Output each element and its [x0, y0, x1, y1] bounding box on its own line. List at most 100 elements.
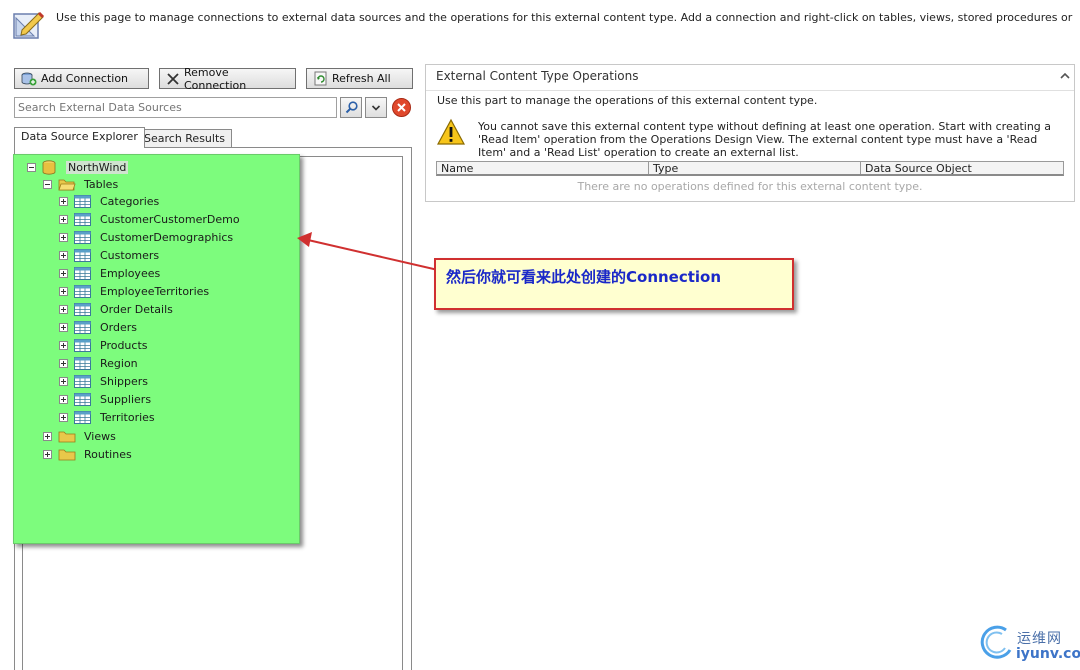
table-icon: [74, 212, 91, 226]
table-icon: [74, 392, 91, 406]
folder-icon: [58, 449, 76, 461]
table-icon: [74, 302, 91, 316]
add-connection-button[interactable]: Add Connection: [14, 68, 149, 89]
watermark-logo-icon: [980, 625, 1012, 659]
tree-label-tables: Tables: [84, 177, 119, 191]
warning-icon: [436, 118, 466, 145]
tree-label-table: Orders: [100, 320, 137, 334]
refresh-all-label: Refresh All: [332, 72, 391, 85]
table-icon: [74, 356, 91, 370]
tree-node-table[interactable]: Customers: [59, 246, 159, 264]
expand-icon[interactable]: [59, 214, 68, 224]
expand-icon[interactable]: [59, 412, 68, 422]
tree-label-root: NorthWind: [66, 160, 129, 174]
expand-icon[interactable]: [59, 232, 68, 242]
expand-icon[interactable]: [43, 431, 52, 441]
expand-icon[interactable]: [59, 376, 68, 386]
expand-icon[interactable]: [43, 449, 52, 459]
tree-node-table[interactable]: Territories: [59, 408, 155, 426]
add-connection-label: Add Connection: [41, 72, 129, 85]
operations-description: Use this part to manage the operations o…: [437, 94, 818, 107]
expand-icon[interactable]: [59, 394, 68, 404]
tree-node-tables[interactable]: Tables: [43, 175, 118, 193]
open-folder-icon: [58, 179, 76, 191]
chevron-down-icon: [371, 104, 381, 111]
operations-panel-title: External Content Type Operations: [436, 69, 639, 83]
tree-label-views: Views: [84, 429, 116, 443]
table-icon: [74, 284, 91, 298]
tree-node-table[interactable]: CustomerCustomerDemo: [59, 210, 240, 228]
expand-icon[interactable]: [59, 268, 68, 278]
folder-icon: [58, 431, 76, 443]
tree-label-table: Categories: [100, 194, 160, 208]
tree-label-table: CustomerDemographics: [100, 230, 234, 244]
tree-node-table[interactable]: Shippers: [59, 372, 148, 390]
divider: [426, 90, 1074, 91]
close-icon: [167, 72, 179, 85]
tree-node-table[interactable]: Categories: [59, 192, 159, 210]
remove-connection-button[interactable]: Remove Connection: [159, 65, 296, 92]
tree-node-table[interactable]: Region: [59, 354, 138, 372]
column-header-name[interactable]: Name: [437, 162, 649, 175]
tree-node-table[interactable]: EmployeeTerritories: [59, 282, 209, 300]
remove-connection-label: Remove Connection: [184, 65, 247, 92]
expand-icon[interactable]: [59, 340, 68, 350]
tree-label-table: Employees: [100, 266, 161, 280]
tree-node-routines[interactable]: Routines: [43, 445, 132, 463]
expand-icon[interactable]: [59, 322, 68, 332]
tab-data-source-explorer[interactable]: Data Source Explorer: [14, 127, 145, 148]
search-icon: [345, 101, 358, 114]
table-icon: [74, 374, 91, 388]
tree-node-northwind[interactable]: NorthWind: [27, 158, 129, 176]
tree-node-table[interactable]: Order Details: [59, 300, 173, 318]
collapse-icon[interactable]: [27, 162, 36, 172]
tree-node-table[interactable]: Orders: [59, 318, 137, 336]
add-connection-icon: [21, 72, 37, 86]
tree-label-table: CustomerCustomerDemo: [100, 212, 240, 226]
operations-table-header: Name Type Data Source Object: [436, 161, 1064, 176]
tree-label-table: Products: [100, 338, 148, 352]
annotation-callout-text: 然后你就可看来此处创建的Connection: [446, 268, 722, 286]
tree-label-table: Shippers: [100, 374, 148, 388]
tree-label-table: Suppliers: [100, 392, 152, 406]
table-icon: [74, 230, 91, 244]
collapse-icon[interactable]: [43, 179, 52, 189]
expand-icon[interactable]: [59, 196, 68, 206]
tree-label-table: Order Details: [100, 302, 173, 316]
tree-node-table[interactable]: Employees: [59, 264, 160, 282]
tree-node-views[interactable]: Views: [43, 427, 116, 445]
search-external-data-sources-input[interactable]: [14, 97, 337, 118]
tree-label-table: Customers: [100, 248, 160, 262]
clear-icon: [391, 98, 411, 117]
column-header-data-source-object[interactable]: Data Source Object: [861, 162, 1063, 175]
database-icon: [42, 159, 56, 175]
column-header-type[interactable]: Type: [649, 162, 861, 175]
refresh-icon: [314, 71, 327, 86]
pencil-ruler-icon: [13, 11, 45, 39]
expand-icon[interactable]: [59, 358, 68, 368]
tree-node-table[interactable]: Suppliers: [59, 390, 151, 408]
tree-label-table: Region: [100, 356, 138, 370]
tree-label-table: EmployeeTerritories: [100, 284, 210, 298]
expand-icon[interactable]: [59, 250, 68, 260]
tree-label-table: Territories: [100, 410, 155, 424]
table-icon: [74, 194, 91, 208]
page-description: Use this page to manage connections to e…: [56, 11, 1076, 24]
expand-icon[interactable]: [59, 286, 68, 296]
tree-node-table[interactable]: CustomerDemographics: [59, 228, 233, 246]
watermark-domain: iyunv.com: [1016, 646, 1080, 662]
tree-node-table[interactable]: Products: [59, 336, 148, 354]
search-button[interactable]: [340, 97, 362, 118]
expand-icon[interactable]: [59, 304, 68, 314]
chevron-up-icon[interactable]: [1058, 70, 1072, 82]
tab-search-results[interactable]: Search Results: [137, 129, 233, 147]
table-icon: [74, 320, 91, 334]
tree-label-routines: Routines: [84, 447, 132, 461]
search-options-button[interactable]: [365, 97, 387, 118]
refresh-all-button[interactable]: Refresh All: [306, 68, 413, 89]
table-icon: [74, 266, 91, 280]
warning-message: You cannot save this external content ty…: [478, 120, 1052, 159]
table-icon: [74, 248, 91, 262]
operations-empty-message: There are no operations defined for this…: [577, 180, 923, 193]
clear-search-button[interactable]: [390, 97, 412, 118]
